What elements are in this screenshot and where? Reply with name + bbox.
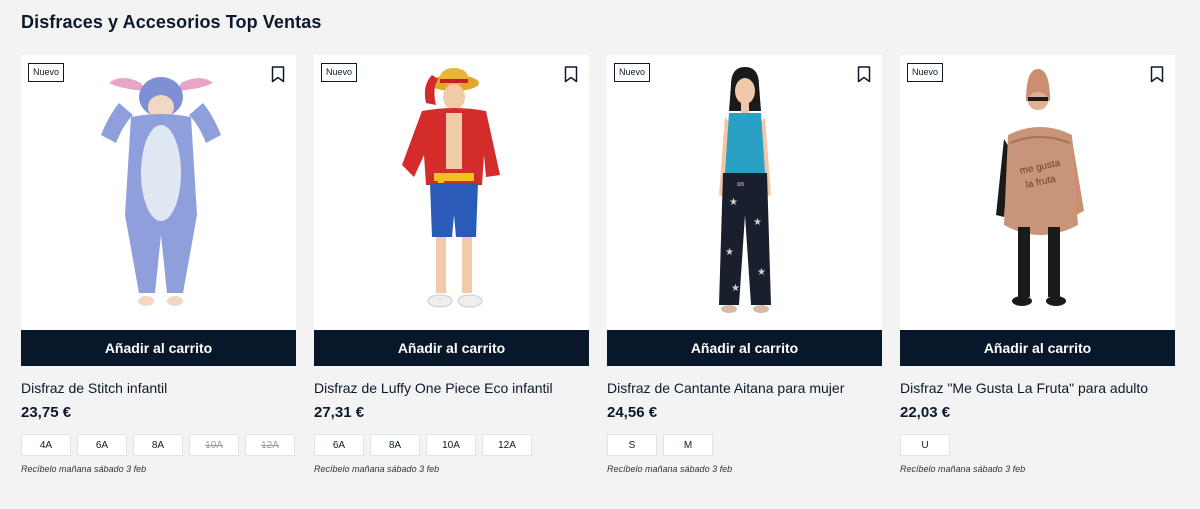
delivery-info: Recíbelo mañana sábado 3 feb [900, 464, 1026, 474]
product-card: ★ ★ ★ ★ ★ ∞ Nuevo Añadir al carrito Disf… [607, 55, 882, 474]
svg-text:★: ★ [729, 197, 738, 208]
product-price: 24,56 € [607, 404, 658, 421]
add-to-cart-button[interactable]: Añadir al carrito [607, 330, 882, 366]
product-name[interactable]: Disfraz de Stitch infantil [21, 380, 296, 398]
size-option[interactable]: 12A [482, 434, 532, 456]
product-image[interactable]: ★ ★ ★ ★ ★ ∞ [607, 55, 882, 330]
size-option[interactable]: 8A [370, 434, 420, 456]
product-image-box[interactable]: Nuevo [314, 55, 589, 330]
new-badge: Nuevo [28, 63, 65, 82]
bookmark-icon[interactable] [857, 66, 871, 83]
product-card: Nuevo Añadir al carrito Disfraz de Luffy… [314, 55, 589, 474]
product-image[interactable] [21, 55, 296, 330]
new-badge: Nuevo [614, 63, 651, 82]
delivery-info: Recíbelo mañana sábado 3 feb [607, 464, 733, 474]
size-option[interactable]: 4A [21, 434, 71, 456]
product-price: 23,75 € [21, 404, 72, 421]
svg-text:★: ★ [757, 267, 766, 278]
product-card: Nuevo Añadir al carrito Disfraz de Stitc… [21, 55, 296, 474]
bookmark-icon[interactable] [271, 66, 285, 83]
size-option[interactable]: 8A [133, 434, 183, 456]
svg-text:★: ★ [753, 217, 762, 228]
add-to-cart-button[interactable]: Añadir al carrito [21, 330, 296, 366]
svg-text:★: ★ [725, 247, 734, 258]
product-image-box[interactable]: me gusta la fruta Nuevo [900, 55, 1175, 330]
size-option[interactable]: 6A [77, 434, 127, 456]
product-price: 22,03 € [900, 404, 951, 421]
add-to-cart-button[interactable]: Añadir al carrito [314, 330, 589, 366]
new-badge: Nuevo [907, 63, 944, 82]
add-to-cart-button[interactable]: Añadir al carrito [900, 330, 1175, 366]
product-price: 27,31 € [314, 404, 365, 421]
product-image[interactable]: me gusta la fruta [900, 55, 1175, 330]
svg-text:∞: ∞ [737, 179, 744, 190]
size-option[interactable]: M [663, 434, 713, 456]
size-option[interactable]: S [607, 434, 657, 456]
size-option[interactable]: U [900, 434, 950, 456]
new-badge: Nuevo [321, 63, 358, 82]
size-option[interactable]: 10A [426, 434, 476, 456]
bookmark-icon[interactable] [564, 66, 578, 83]
size-option-unavailable: 10A [189, 434, 239, 456]
size-options: 6A 8A 10A 12A [314, 434, 589, 456]
product-name[interactable]: Disfraz de Luffy One Piece Eco infantil [314, 380, 589, 398]
size-options: U [900, 434, 1175, 456]
delivery-info: Recíbelo mañana sábado 3 feb [314, 464, 440, 474]
section-title: Disfraces y Accesorios Top Ventas [21, 12, 322, 32]
product-card: me gusta la fruta Nuevo Añadir al carrit… [900, 55, 1175, 474]
product-image[interactable] [314, 55, 589, 330]
delivery-info: Recíbelo mañana sábado 3 feb [21, 464, 147, 474]
size-options: 4A 6A 8A 10A 12A [21, 434, 296, 456]
product-grid: Nuevo Añadir al carrito Disfraz de Stitc… [21, 55, 1175, 474]
size-options: S M [607, 434, 882, 456]
size-option[interactable]: 6A [314, 434, 364, 456]
product-name[interactable]: Disfraz "Me Gusta La Fruta" para adulto [900, 380, 1175, 398]
size-option-unavailable: 12A [245, 434, 295, 456]
svg-text:★: ★ [731, 283, 740, 294]
product-image-box[interactable]: ★ ★ ★ ★ ★ ∞ Nuevo [607, 55, 882, 330]
bookmark-icon[interactable] [1150, 66, 1164, 83]
product-name[interactable]: Disfraz de Cantante Aitana para mujer [607, 380, 882, 398]
product-image-box[interactable]: Nuevo [21, 55, 296, 330]
